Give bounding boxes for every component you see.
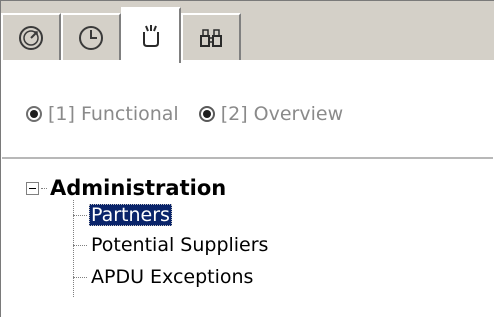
tree-item-label: Potential Suppliers	[91, 234, 269, 256]
tab-history[interactable]	[1, 13, 61, 61]
tab-schedule[interactable]	[61, 13, 121, 61]
view-mode-options: [1] Functional [2] Overview	[0, 96, 343, 132]
cup-icon	[143, 25, 159, 47]
tree-item-label: APDU Exceptions	[91, 266, 254, 288]
radio-functional-indicator[interactable]	[26, 106, 42, 122]
tab-tools[interactable]	[121, 7, 181, 63]
tree-node-administration[interactable]: Administration	[26, 174, 226, 202]
radio-overview-label: [2] Overview	[220, 103, 344, 125]
tree-item-partners[interactable]: Partners	[73, 201, 172, 229]
tree-connector	[41, 187, 47, 189]
collapse-icon[interactable]	[26, 181, 39, 195]
radio-functional[interactable]: [1] Functional	[26, 103, 179, 125]
radio-overview-indicator[interactable]	[198, 106, 215, 122]
binoculars-icon	[200, 29, 222, 47]
tree-connector	[73, 276, 87, 278]
radio-functional-label: [1] Functional	[48, 103, 179, 125]
tab-search[interactable]	[181, 13, 241, 61]
tree-item-label: Partners	[89, 204, 172, 226]
radio-overview[interactable]: [2] Overview	[198, 103, 344, 125]
tree-item-apdu-exceptions[interactable]: APDU Exceptions	[73, 263, 255, 291]
clock-arrow-icon	[19, 26, 43, 50]
clock-icon	[79, 26, 103, 50]
tab-strip	[1, 1, 494, 63]
tree-connector	[73, 214, 87, 216]
section-divider	[2, 157, 493, 159]
tree-item-potential-suppliers[interactable]: Potential Suppliers	[73, 231, 270, 259]
tree-root-label: Administration	[50, 176, 227, 200]
tree-connector	[73, 244, 87, 246]
tab-strip-divider	[1, 60, 494, 62]
